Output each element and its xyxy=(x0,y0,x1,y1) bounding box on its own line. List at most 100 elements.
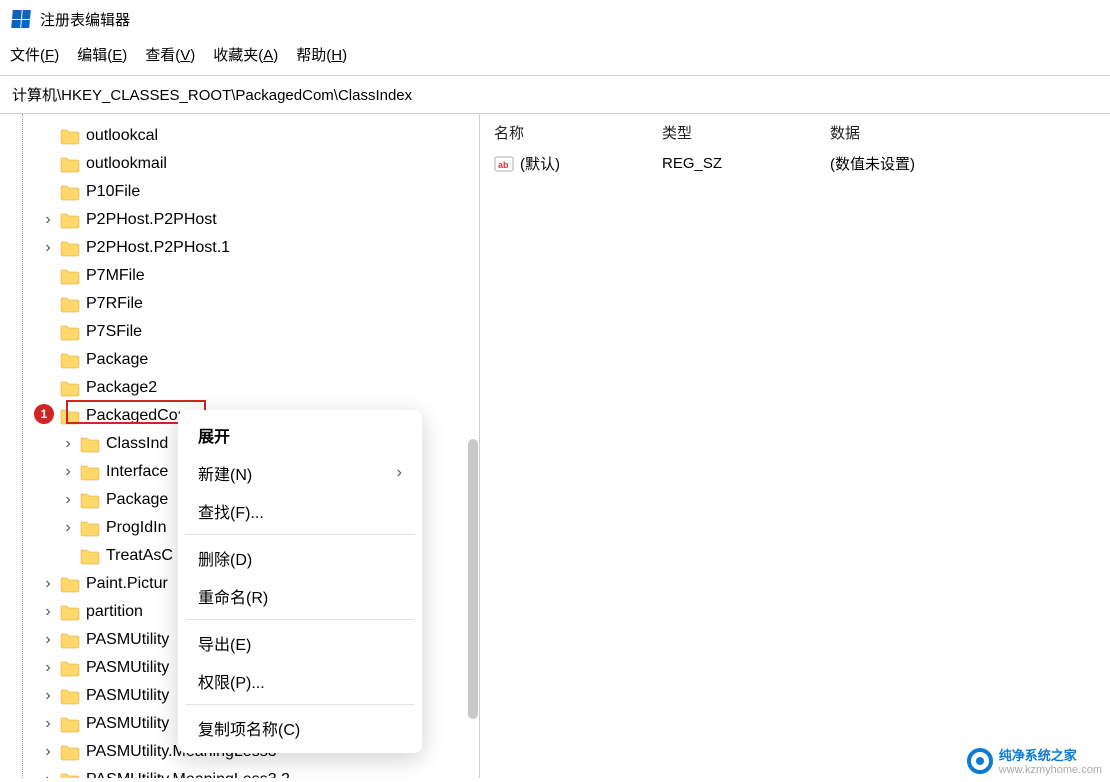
tree-item-label: Package xyxy=(106,491,168,509)
chevron-right-icon[interactable] xyxy=(40,603,56,621)
ctx-new[interactable]: 新建(N)› xyxy=(178,454,422,492)
chevron-right-icon[interactable] xyxy=(40,743,56,761)
chevron-right-icon[interactable] xyxy=(60,519,76,537)
tree-item[interactable]: PASMUtility.MeaningLess3.2 xyxy=(16,766,479,778)
tree-item-label: outlookcal xyxy=(86,127,158,145)
folder-icon xyxy=(80,435,100,453)
tree-item-label: ProgIdIn xyxy=(106,519,166,537)
values-header: 名称 类型 数据 xyxy=(494,122,1096,149)
tree-item-label: Paint.Pictur xyxy=(86,575,168,593)
ctx-export[interactable]: 导出(E) xyxy=(178,624,422,662)
tree-item[interactable]: P10File xyxy=(16,178,479,206)
folder-icon xyxy=(60,631,80,649)
tree-item-label: Package2 xyxy=(86,379,157,397)
value-name: (默认) xyxy=(520,153,560,174)
menubar: 文件(F) 编辑(E) 查看(V) 收藏夹(A) 帮助(H) xyxy=(0,38,1110,76)
tree-item-label: P7MFile xyxy=(86,267,145,285)
menu-favorites[interactable]: 收藏夹(A) xyxy=(213,44,278,65)
chevron-right-icon[interactable] xyxy=(40,715,56,733)
tree-pane: outlookcal outlookmail P10File P2PHost.P2PH… xyxy=(0,114,480,778)
folder-icon xyxy=(80,519,100,537)
chevron-right-icon[interactable] xyxy=(40,687,56,705)
menu-edit[interactable]: 编辑(E) xyxy=(77,44,127,65)
chevron-right-icon[interactable] xyxy=(60,463,76,481)
value-type: REG_SZ xyxy=(662,155,830,172)
address-path: 计算机\HKEY_CLASSES_ROOT\PackagedCom\ClassI… xyxy=(12,87,412,104)
chevron-right-icon[interactable] xyxy=(60,435,76,453)
window-title: 注册表编辑器 xyxy=(40,9,130,30)
content: outlookcal outlookmail P10File P2PHost.P2PH… xyxy=(0,114,1110,778)
value-row[interactable]: (默认) REG_SZ(数值未设置) xyxy=(494,149,1096,178)
chevron-right-icon[interactable] xyxy=(60,491,76,509)
menu-view[interactable]: 查看(V) xyxy=(145,44,195,65)
folder-icon xyxy=(60,687,80,705)
chevron-right-icon[interactable] xyxy=(40,575,56,593)
folder-icon xyxy=(60,603,80,621)
chevron-right-icon[interactable] xyxy=(40,659,56,677)
app-icon xyxy=(12,10,30,28)
menu-help[interactable]: 帮助(H) xyxy=(296,44,347,65)
reg-string-icon xyxy=(494,155,514,173)
tree-item[interactable]: Package xyxy=(16,346,479,374)
tree-item-label: PackagedCom xyxy=(86,407,191,425)
ctx-rename[interactable]: 重命名(R) xyxy=(178,577,422,615)
ctx-delete[interactable]: 删除(D) xyxy=(178,539,422,577)
folder-icon xyxy=(60,295,80,313)
tree-item-label: P10File xyxy=(86,183,140,201)
tree-item[interactable]: P7RFile xyxy=(16,290,479,318)
folder-icon xyxy=(80,463,100,481)
tree-item-label: PASMUtility xyxy=(86,715,169,733)
col-header-type[interactable]: 类型 xyxy=(662,122,830,143)
watermark-brand: 纯净系统之家 xyxy=(999,748,1077,763)
folder-icon xyxy=(60,771,80,778)
addressbar[interactable]: 计算机\HKEY_CLASSES_ROOT\PackagedCom\ClassI… xyxy=(0,76,1110,114)
tree-item-label: outlookmail xyxy=(86,155,167,173)
ctx-find[interactable]: 查找(F)... xyxy=(178,492,422,530)
chevron-right-icon[interactable] xyxy=(40,631,56,649)
tree-item-label: TreatAsC xyxy=(106,547,173,565)
folder-icon xyxy=(60,715,80,733)
tree-item[interactable]: P7MFile xyxy=(16,262,479,290)
watermark-logo-icon xyxy=(967,748,993,774)
folder-icon xyxy=(60,239,80,257)
ctx-separator xyxy=(186,619,414,620)
tree-item-label: P2PHost.P2PHost xyxy=(86,211,217,229)
chevron-right-icon[interactable] xyxy=(40,239,56,257)
tree-item-label: P2PHost.P2PHost.1 xyxy=(86,239,230,257)
chevron-right-icon: › xyxy=(397,464,402,482)
watermark: 纯净系统之家 www.kzmyhome.com xyxy=(967,745,1102,776)
tree-item[interactable]: Package2 xyxy=(16,374,479,402)
folder-icon xyxy=(60,323,80,341)
col-header-data[interactable]: 数据 xyxy=(830,122,1096,143)
col-header-name[interactable]: 名称 xyxy=(494,122,662,143)
folder-icon xyxy=(80,547,100,565)
ctx-expand[interactable]: 展开 xyxy=(178,416,422,454)
tree-item[interactable]: outlookmail xyxy=(16,150,479,178)
context-menu: 展开 新建(N)› 查找(F)... 删除(D) 重命名(R) 导出(E) 权限… xyxy=(178,410,422,753)
ctx-separator xyxy=(186,704,414,705)
folder-icon xyxy=(60,407,80,425)
tree-item[interactable]: P2PHost.P2PHost xyxy=(16,206,479,234)
folder-icon xyxy=(60,183,80,201)
tree-item-label: Package xyxy=(86,351,148,369)
tree-item[interactable]: P2PHost.P2PHost.1 xyxy=(16,234,479,262)
ctx-copykey[interactable]: 复制项名称(C) xyxy=(178,709,422,747)
folder-icon xyxy=(60,743,80,761)
tree-item-label: P7SFile xyxy=(86,323,142,341)
folder-icon xyxy=(60,659,80,677)
tree-item-label: PASMUtility xyxy=(86,631,169,649)
tree-scrollbar[interactable] xyxy=(468,439,478,719)
chevron-right-icon[interactable] xyxy=(40,211,56,229)
chevron-right-icon[interactable] xyxy=(40,771,56,778)
tree-item-label: partition xyxy=(86,603,143,621)
tree-item[interactable]: outlookcal xyxy=(16,122,479,150)
folder-icon xyxy=(60,379,80,397)
tree-item-label: PASMUtility xyxy=(86,687,169,705)
tree-item-label: ClassInd xyxy=(106,435,168,453)
menu-file[interactable]: 文件(F) xyxy=(10,44,59,65)
folder-icon xyxy=(60,267,80,285)
ctx-permissions[interactable]: 权限(P)... xyxy=(178,662,422,700)
folder-icon xyxy=(60,155,80,173)
tree-item[interactable]: P7SFile xyxy=(16,318,479,346)
value-data: (数值未设置) xyxy=(830,153,1096,174)
